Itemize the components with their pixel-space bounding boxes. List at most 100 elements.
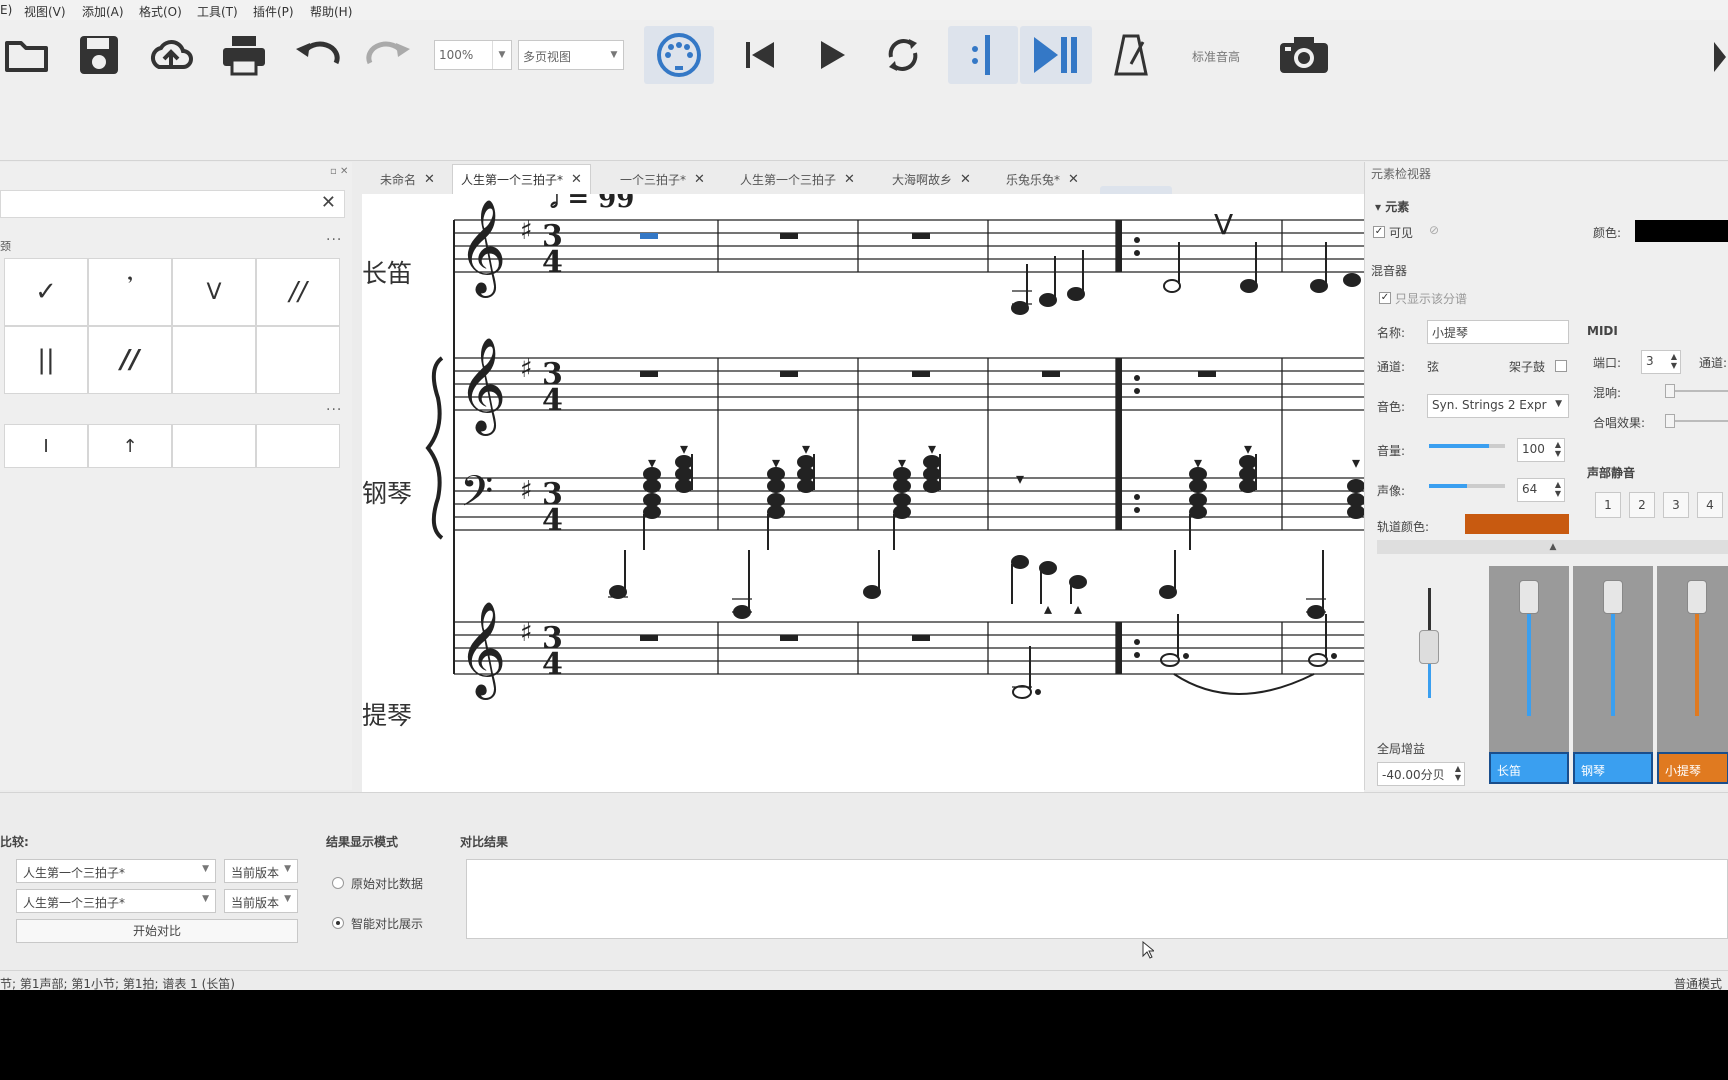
compare-score2-select[interactable]: 人生第一个三拍子* ▼ <box>16 889 216 913</box>
play-icon[interactable] <box>810 32 856 78</box>
element-section-header[interactable]: ▾ 元素 <box>1375 198 1409 215</box>
pan-score-icon[interactable] <box>948 26 1018 84</box>
mixer-strip-violin[interactable]: 小提琴 <box>1657 566 1728 784</box>
port-spinbox[interactable]: 3 ▲ ▼ <box>1641 350 1681 374</box>
menu-format[interactable]: 格式(O) <box>139 3 182 20</box>
reverb-slider[interactable] <box>1665 384 1728 398</box>
undo-icon[interactable] <box>292 32 342 78</box>
slider-handle[interactable] <box>1419 630 1439 664</box>
sound-select[interactable]: Syn. Strings 2 Expr ▼ <box>1427 394 1569 418</box>
palette-cell-breath[interactable]: 𝄒 <box>88 258 172 326</box>
palette-search-field[interactable] <box>1 191 315 217</box>
spin-arrows-icon[interactable]: ▲ ▼ <box>1555 440 1561 458</box>
screenshot-icon[interactable] <box>1276 32 1332 78</box>
playback-follow-icon[interactable] <box>1020 26 1092 84</box>
menu-view[interactable]: 视图(V) <box>24 3 66 20</box>
volume-slider[interactable] <box>1429 444 1505 448</box>
palette-cell-short-caesura[interactable]: || <box>4 326 88 394</box>
start-compare-button[interactable]: 开始对比 <box>16 919 298 943</box>
palette-cell-caesura[interactable]: // <box>256 258 340 326</box>
zoom-select[interactable]: 100% ▼ <box>434 40 512 70</box>
visible-checkbox[interactable]: ✓ <box>1373 226 1385 238</box>
strip-label-violin[interactable]: 小提琴 <box>1657 752 1728 784</box>
more-options-icon[interactable]: ··· <box>326 402 342 418</box>
name-field[interactable]: 小提琴 <box>1427 320 1569 344</box>
voice-mute-4-button[interactable]: 4 <box>1697 492 1723 518</box>
close-icon[interactable]: ✕ <box>844 172 855 187</box>
redo-icon[interactable] <box>364 32 414 78</box>
spin-arrows-icon[interactable]: ▲ ▼ <box>1455 764 1461 782</box>
menu-help[interactable]: 帮助(H) <box>310 3 352 20</box>
tab-score-3[interactable]: 人生第一个三拍子 ✕ <box>732 164 863 194</box>
palette-cell-bar[interactable]: I <box>4 424 88 468</box>
pan-slider[interactable] <box>1429 484 1505 488</box>
voice-mute-3-button[interactable]: 3 <box>1663 492 1689 518</box>
tab-score-active[interactable]: 人生第一个三拍子* ✕ <box>452 164 591 194</box>
close-icon[interactable]: ✕ <box>424 172 435 187</box>
mixer-strip-flute[interactable]: 长笛 <box>1489 566 1569 784</box>
spin-arrows-icon[interactable]: ▲ ▼ <box>1555 480 1561 498</box>
strip-label-flute[interactable]: 长笛 <box>1489 752 1569 784</box>
track-color-swatch[interactable] <box>1465 514 1569 534</box>
loop-icon[interactable] <box>880 32 926 78</box>
palette-search-input[interactable]: ✕ <box>0 190 345 218</box>
cloud-upload-icon[interactable] <box>146 32 196 78</box>
reset-icon[interactable]: ⊘ <box>1429 223 1439 237</box>
drumset-checkbox[interactable] <box>1555 360 1567 372</box>
slider-handle[interactable] <box>1519 580 1539 614</box>
spin-arrows-icon[interactable]: ▲ ▼ <box>1671 352 1677 370</box>
strip-label-piano[interactable]: 钢琴 <box>1573 752 1653 784</box>
voice-mute-2-button[interactable]: 2 <box>1629 492 1655 518</box>
midi-input-icon[interactable] <box>644 26 714 84</box>
palette-cell-arrow[interactable]: ↑ <box>88 424 172 468</box>
close-icon[interactable]: ✕ <box>321 192 336 213</box>
compare-score1-select[interactable]: 人生第一个三拍子* ▼ <box>16 859 216 883</box>
tab-score-2[interactable]: 一个三拍子* ✕ <box>612 164 713 194</box>
slider-handle[interactable] <box>1665 384 1675 398</box>
more-options-icon[interactable]: ··· <box>326 232 342 248</box>
menu-add[interactable]: 添加(A) <box>82 3 124 20</box>
pan-spinbox[interactable]: 64 ▲ ▼ <box>1517 478 1565 502</box>
compare-version2-select[interactable]: 当前版本 ▼ <box>224 889 298 913</box>
metronome-icon[interactable] <box>1108 32 1154 78</box>
collapse-details-button[interactable]: ▲ <box>1377 540 1728 554</box>
close-icon[interactable]: ✕ <box>694 172 705 187</box>
compare-version1-select[interactable]: 当前版本 ▼ <box>224 859 298 883</box>
view-mode-select[interactable]: 多页视图 ▼ <box>518 40 624 70</box>
open-folder-icon[interactable] <box>2 32 52 78</box>
master-gain-slider[interactable] <box>1419 588 1439 698</box>
tab-untitled[interactable]: 未命名 ✕ <box>372 164 443 194</box>
palette-section-title[interactable]: 颈 <box>0 238 11 254</box>
slider-handle[interactable] <box>1665 414 1675 428</box>
master-gain-spinbox[interactable]: -40.00分贝 ▲ ▼ <box>1377 762 1465 786</box>
print-icon[interactable] <box>219 32 269 78</box>
menu-edit[interactable]: E) <box>0 3 12 17</box>
menu-tools[interactable]: 工具(T) <box>197 3 238 20</box>
toolbar-overflow-icon[interactable] <box>1712 40 1728 74</box>
volume-spinbox[interactable]: 100 ▲ ▼ <box>1517 438 1565 462</box>
compare-result-area[interactable] <box>466 859 1728 939</box>
tab-score-4[interactable]: 大海啊故乡 ✕ <box>884 164 979 194</box>
score-view[interactable]: 𝅗𝅥 = 99 长笛 钢琴 提琴 𝄞 𝄞 𝄢 𝄞 ♯ ♯ ♯ ♯ 3 4 3 4… <box>362 194 1364 792</box>
score-notation[interactable]: 𝄞 𝄞 𝄢 𝄞 ♯ ♯ ♯ ♯ 34 34 34 34 V ▾▾ ▾▾ ▾▾ ▾… <box>362 194 1364 792</box>
slider-handle[interactable] <box>1687 580 1707 614</box>
save-icon[interactable] <box>74 32 124 78</box>
voice-mute-1-button[interactable]: 1 <box>1595 492 1621 518</box>
palette-cell-upbow[interactable]: V <box>172 258 256 326</box>
mode-smart-radio[interactable] <box>332 917 344 929</box>
tab-score-5[interactable]: 乐兔乐兔* ✕ <box>998 164 1087 194</box>
only-show-part-checkbox[interactable]: ✓ <box>1379 292 1391 304</box>
palette-cell-tick[interactable]: ✓ <box>4 258 88 326</box>
undock-icon[interactable]: ▫ ✕ <box>330 166 348 177</box>
mixer-strip-piano[interactable]: 钢琴 <box>1573 566 1653 784</box>
mode-raw-radio[interactable] <box>332 877 344 889</box>
menu-plugins[interactable]: 插件(P) <box>253 3 294 20</box>
color-swatch[interactable] <box>1635 220 1728 242</box>
close-icon[interactable]: ✕ <box>571 172 582 187</box>
chorus-slider[interactable] <box>1665 414 1728 428</box>
tuning-label[interactable]: 标准音高 <box>1192 48 1240 65</box>
close-icon[interactable]: ✕ <box>960 172 971 187</box>
slider-handle[interactable] <box>1603 580 1623 614</box>
close-icon[interactable]: ✕ <box>1068 172 1079 187</box>
palette-cell-thick-caesura[interactable]: // <box>88 326 172 394</box>
